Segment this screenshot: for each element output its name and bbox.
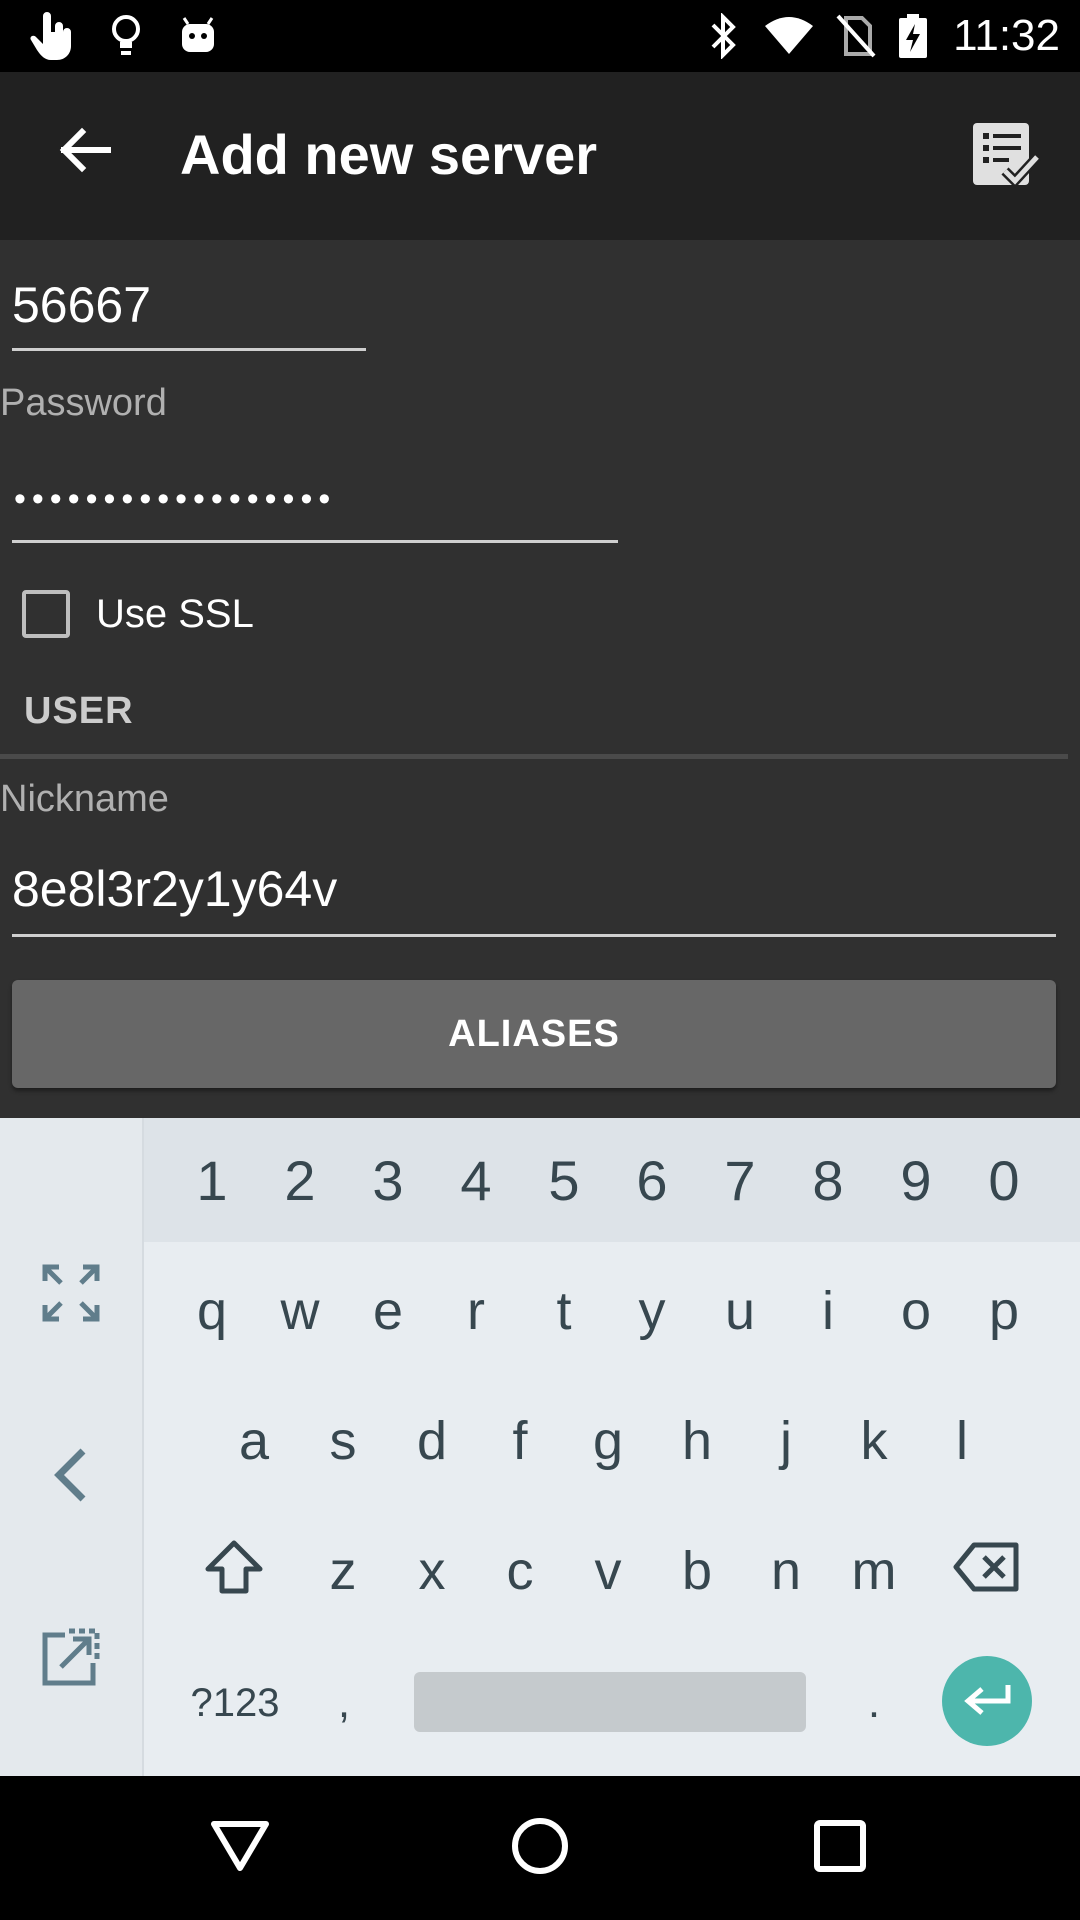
- key-f[interactable]: f: [476, 1376, 564, 1506]
- key-0[interactable]: 0: [960, 1118, 1048, 1242]
- section-divider: [0, 754, 1068, 759]
- nav-recents-button[interactable]: [790, 1798, 890, 1898]
- password-label: Password: [0, 382, 167, 424]
- key-p[interactable]: p: [960, 1246, 1048, 1376]
- android-icon: [176, 10, 220, 62]
- float-keyboard-icon[interactable]: [26, 1612, 116, 1702]
- user-section-title: USER: [24, 690, 134, 732]
- no-sim-icon: [834, 10, 878, 62]
- chevron-left-icon[interactable]: [26, 1430, 116, 1520]
- key-5[interactable]: 5: [520, 1118, 608, 1242]
- app-bar: Add new server: [0, 72, 1080, 240]
- key-x[interactable]: x: [388, 1506, 476, 1636]
- shift-arrow-icon: [204, 1539, 264, 1608]
- key-7[interactable]: 7: [696, 1118, 784, 1242]
- status-bar: 11:32: [0, 0, 1080, 72]
- nickname-label: Nickname: [0, 778, 169, 820]
- shift-key[interactable]: [190, 1508, 278, 1638]
- home-circle-icon: [510, 1816, 570, 1881]
- key-c[interactable]: c: [476, 1506, 564, 1636]
- enter-arrow-icon: [962, 1681, 1012, 1722]
- bluetooth-icon: [706, 10, 742, 62]
- page-title: Add new server: [180, 123, 598, 186]
- arrow-back-icon: [56, 126, 112, 179]
- nav-home-button[interactable]: [490, 1798, 590, 1898]
- key-y[interactable]: y: [608, 1246, 696, 1376]
- key-u[interactable]: u: [696, 1246, 784, 1376]
- key-i[interactable]: i: [784, 1246, 872, 1376]
- soft-keyboard: 1 2 3 4 5 6 7 8 9 0 q w e r t y u i o p …: [0, 1118, 1080, 1776]
- key-1[interactable]: 1: [168, 1118, 256, 1242]
- key-4[interactable]: 4: [432, 1118, 520, 1242]
- key-h[interactable]: h: [653, 1376, 741, 1506]
- battery-charging-icon: [896, 10, 930, 62]
- nav-back-button[interactable]: [190, 1798, 290, 1898]
- touch-gesture-icon: [26, 10, 76, 62]
- backspace-key[interactable]: [942, 1508, 1032, 1638]
- key-q[interactable]: q: [168, 1246, 256, 1376]
- key-w[interactable]: w: [256, 1246, 344, 1376]
- aliases-button[interactable]: ALIASES: [12, 980, 1056, 1088]
- space-bar[interactable]: [414, 1672, 806, 1732]
- key-8[interactable]: 8: [784, 1118, 872, 1242]
- server-form: 56667 Password •••••••••••••••••• Use SS…: [0, 240, 1080, 1118]
- key-o[interactable]: o: [872, 1246, 960, 1376]
- key-t[interactable]: t: [520, 1246, 608, 1376]
- key-d[interactable]: d: [388, 1376, 476, 1506]
- password-input[interactable]: ••••••••••••••••••: [14, 480, 336, 519]
- keyboard-side-panel: [0, 1118, 144, 1776]
- key-b[interactable]: b: [653, 1506, 741, 1636]
- key-m[interactable]: m: [830, 1506, 918, 1636]
- period-key[interactable]: .: [830, 1658, 918, 1748]
- recents-square-icon: [812, 1818, 868, 1879]
- key-2[interactable]: 2: [256, 1118, 344, 1242]
- key-g[interactable]: g: [564, 1376, 652, 1506]
- status-time: 11:32: [953, 11, 1060, 60]
- symbols-key[interactable]: ?123: [180, 1658, 290, 1748]
- wifi-icon: [762, 10, 816, 62]
- key-l[interactable]: l: [918, 1376, 1006, 1506]
- key-z[interactable]: z: [299, 1506, 387, 1636]
- key-r[interactable]: r: [432, 1246, 520, 1376]
- key-v[interactable]: v: [564, 1506, 652, 1636]
- back-button[interactable]: [44, 112, 124, 192]
- key-j[interactable]: j: [742, 1376, 830, 1506]
- comma-key[interactable]: ,: [300, 1658, 388, 1748]
- save-button[interactable]: [960, 112, 1050, 202]
- backspace-icon: [952, 1541, 1022, 1606]
- key-a[interactable]: a: [210, 1376, 298, 1506]
- navigation-bar: [0, 1776, 1080, 1920]
- key-e[interactable]: e: [344, 1246, 432, 1376]
- key-3[interactable]: 3: [344, 1118, 432, 1242]
- use-ssl-checkbox[interactable]: [22, 590, 70, 638]
- key-n[interactable]: n: [742, 1506, 830, 1636]
- nickname-input-underline: [12, 934, 1056, 937]
- nickname-input[interactable]: 8e8l3r2y1y64v: [12, 860, 337, 918]
- back-triangle-icon: [210, 1818, 270, 1879]
- key-6[interactable]: 6: [608, 1118, 696, 1242]
- key-s[interactable]: s: [299, 1376, 387, 1506]
- password-input-underline: [12, 540, 618, 543]
- key-9[interactable]: 9: [872, 1118, 960, 1242]
- checklist-save-icon: [969, 119, 1041, 196]
- lightbulb-icon: [104, 10, 148, 62]
- port-input[interactable]: 56667: [12, 276, 151, 334]
- enter-key[interactable]: [942, 1656, 1032, 1746]
- key-k[interactable]: k: [830, 1376, 918, 1506]
- fullscreen-expand-icon[interactable]: [26, 1248, 116, 1338]
- use-ssl-label[interactable]: Use SSL: [96, 592, 254, 637]
- port-input-underline: [12, 348, 366, 351]
